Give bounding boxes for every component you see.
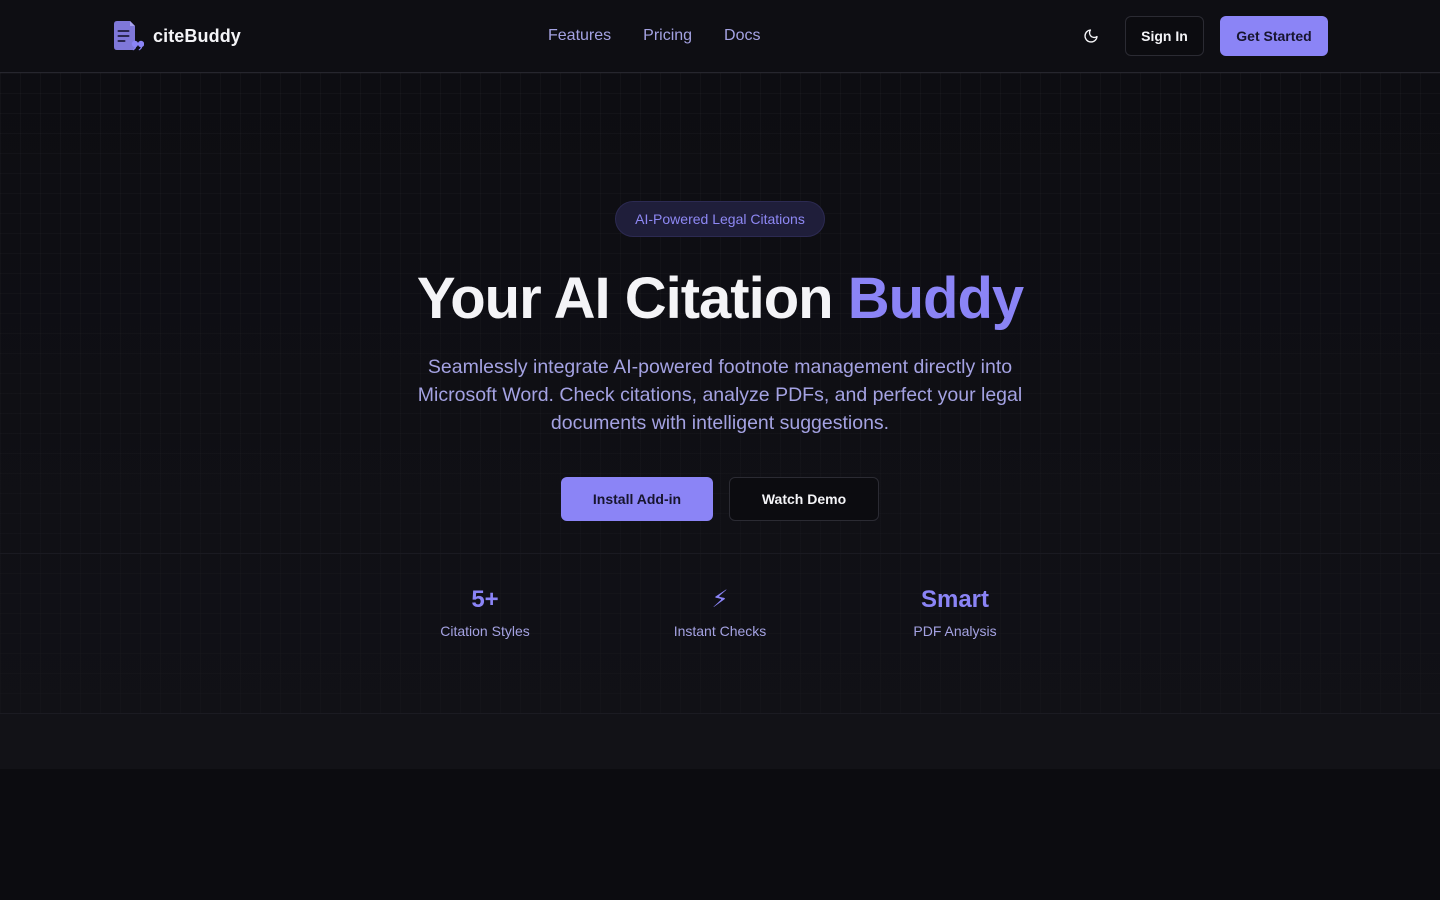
top-navbar: citeBuddy Features Pricing Docs Sign In … — [0, 0, 1440, 73]
stat-label: Citation Styles — [440, 623, 530, 639]
brand-home-link[interactable]: citeBuddy — [111, 20, 241, 53]
stat-pdf-analysis: Smart PDF Analysis — [855, 585, 1055, 640]
nav-link-pricing[interactable]: Pricing — [643, 25, 692, 47]
moon-icon — [1084, 29, 1098, 43]
hero-section: AI-Powered Legal Citations Your AI Citat… — [0, 73, 1440, 769]
lightning-icon: ⚡ — [711, 586, 729, 613]
stat-value: 5+ — [471, 586, 499, 613]
sign-in-button[interactable]: Sign In — [1125, 16, 1204, 56]
nav-link-features[interactable]: Features — [548, 25, 611, 47]
nav-link-docs[interactable]: Docs — [724, 25, 760, 47]
install-addin-button[interactable]: Install Add-in — [561, 477, 713, 521]
stat-label: Instant Checks — [673, 623, 767, 639]
document-quote-icon — [114, 21, 144, 51]
theme-toggle-button[interactable] — [1075, 20, 1107, 52]
headline-main-text: Your AI Citation — [416, 266, 848, 331]
stats-divider — [0, 553, 1440, 554]
brand-name: citeBuddy — [153, 26, 241, 46]
hero-headline: Your AI Citation Buddy — [0, 261, 1440, 337]
hero-subtext: Seamlessly integrate AI-powered footnote… — [417, 356, 1023, 434]
stat-citation-styles: 5+ Citation Styles — [385, 585, 585, 640]
stat-value: Smart — [920, 586, 990, 613]
stat-instant-checks: ⚡ Instant Checks — [620, 585, 820, 640]
stat-label: PDF Analysis — [913, 623, 997, 639]
hero-badge: AI-Powered Legal Citations — [615, 201, 825, 237]
watch-demo-button[interactable]: Watch Demo — [729, 477, 879, 521]
headline-accent-text: Buddy — [847, 266, 1024, 331]
main-nav: Features Pricing Docs — [548, 25, 761, 47]
get-started-button[interactable]: Get Started — [1220, 16, 1328, 56]
page-lower-area — [0, 769, 1440, 900]
hero-bottom-band — [0, 713, 1440, 769]
